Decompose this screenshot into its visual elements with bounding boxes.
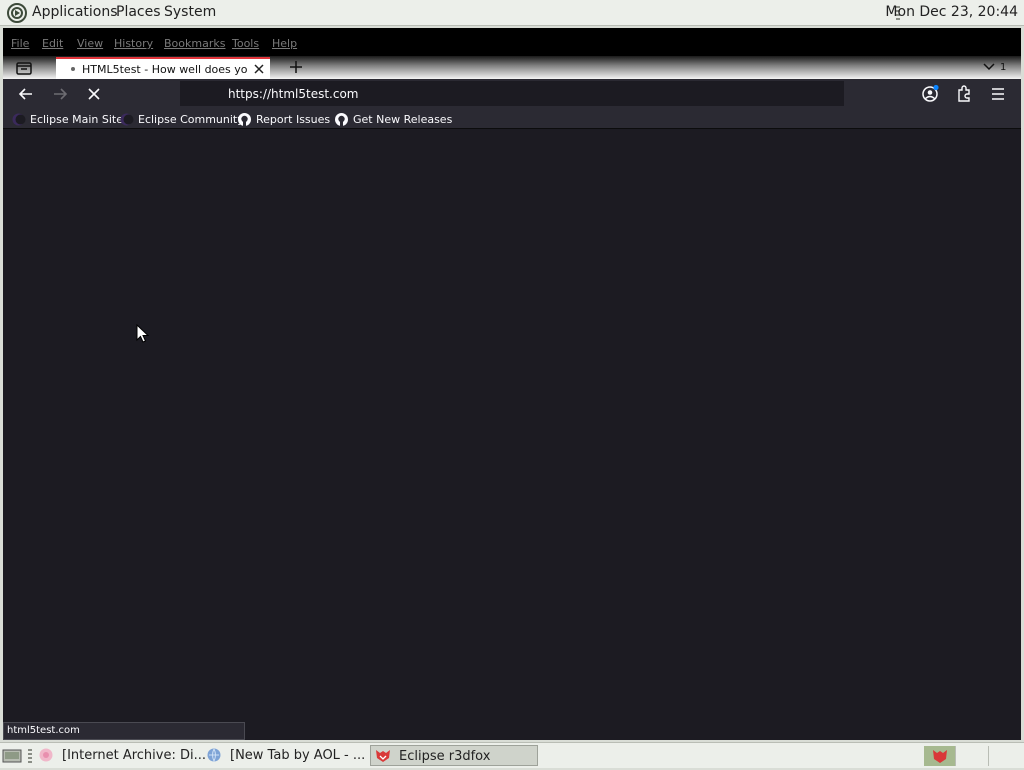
- task-eclipse-r3dfox[interactable]: Eclipse r3dfox: [370, 745, 538, 766]
- navigation-toolbar: https://html5test.com: [3, 79, 1021, 109]
- app-menu-icon[interactable]: [987, 84, 1009, 104]
- bookmark-label: Report Issues: [256, 113, 331, 126]
- back-icon[interactable]: [15, 84, 37, 104]
- firefox-view-icon[interactable]: [14, 59, 34, 77]
- status-link-text: html5test.com: [7, 725, 80, 736]
- workspace-switcher: [924, 746, 1022, 766]
- account-icon[interactable]: [919, 84, 941, 104]
- menu-system[interactable]: System: [164, 4, 216, 20]
- menu-places[interactable]: Places: [116, 4, 161, 20]
- panel-clock[interactable]: Mon Dec 23, 20:44: [885, 4, 1018, 20]
- stop-loading-icon[interactable]: [83, 84, 105, 104]
- workspace-1[interactable]: [924, 746, 956, 766]
- distro-logo-icon[interactable]: [6, 2, 28, 24]
- url-bar[interactable]: https://html5test.com: [180, 81, 844, 106]
- menu-help[interactable]: Help: [272, 37, 297, 50]
- task-label: Eclipse r3dfox: [399, 749, 491, 764]
- menu-view[interactable]: View: [77, 37, 103, 50]
- show-desktop-icon[interactable]: [2, 748, 22, 764]
- menu-history[interactable]: History: [114, 37, 153, 50]
- tab-title: HTML5test - How well does your br: [82, 63, 248, 76]
- task-new-tab-aol[interactable]: [New Tab by AOL - ...: [202, 745, 367, 766]
- tab-html5test[interactable]: HTML5test - How well does your br: [56, 57, 270, 79]
- taskbar-grip[interactable]: [28, 749, 32, 763]
- tab-bar: HTML5test - How well does your br 1: [3, 56, 1021, 79]
- task-label: [New Tab by AOL - ...: [230, 748, 366, 763]
- menu-file[interactable]: File: [11, 37, 29, 50]
- workspace-2[interactable]: [957, 746, 989, 766]
- tab-loading-dot: [71, 67, 75, 71]
- forward-icon[interactable]: [49, 84, 71, 104]
- eclipse-icon: [11, 112, 26, 127]
- github-icon: [237, 112, 252, 127]
- bookmark-label: Eclipse Community: [138, 113, 244, 126]
- menu-tools[interactable]: Tools: [232, 37, 259, 50]
- menu-edit[interactable]: Edit: [42, 37, 63, 50]
- browser-menubar: File Edit View History Bookmarks Tools H…: [3, 28, 1021, 56]
- globe-icon: [206, 747, 222, 763]
- github-icon: [334, 112, 349, 127]
- tab-count: 1: [1000, 62, 1007, 73]
- mouse-pointer-icon: [136, 324, 150, 344]
- r3dfox-icon: [375, 748, 391, 764]
- browser-icon: [38, 747, 54, 763]
- eclipse-icon: [119, 112, 134, 127]
- extensions-icon[interactable]: [953, 84, 975, 104]
- task-internet-archive[interactable]: [Internet Archive: Di...: [34, 745, 206, 766]
- new-tab-icon[interactable]: [288, 59, 304, 75]
- bottom-taskbar: [Internet Archive: Di... [New Tab by AOL…: [0, 742, 1024, 768]
- list-all-tabs-icon[interactable]: [982, 61, 996, 73]
- task-label: [Internet Archive: Di...: [62, 748, 206, 763]
- browser-window: File Edit View History Bookmarks Tools H…: [3, 28, 1021, 740]
- bookmarks-toolbar: Eclipse Main Site Eclipse Community Repo…: [3, 109, 1021, 129]
- url-text[interactable]: https://html5test.com: [228, 87, 358, 101]
- status-panel: html5test.com: [3, 722, 245, 740]
- bookmark-label: Eclipse Main Site: [30, 113, 123, 126]
- workspace-3[interactable]: [990, 746, 1022, 766]
- page-content[interactable]: html5test.com: [3, 129, 1021, 740]
- bookmark-label: Get New Releases: [353, 113, 453, 126]
- top-panel: Applications Places System Mon Dec 23, 2…: [0, 0, 1024, 26]
- menu-bookmarks[interactable]: Bookmarks: [164, 37, 225, 50]
- tab-close-icon[interactable]: [252, 62, 266, 76]
- menu-applications[interactable]: Applications: [32, 4, 118, 20]
